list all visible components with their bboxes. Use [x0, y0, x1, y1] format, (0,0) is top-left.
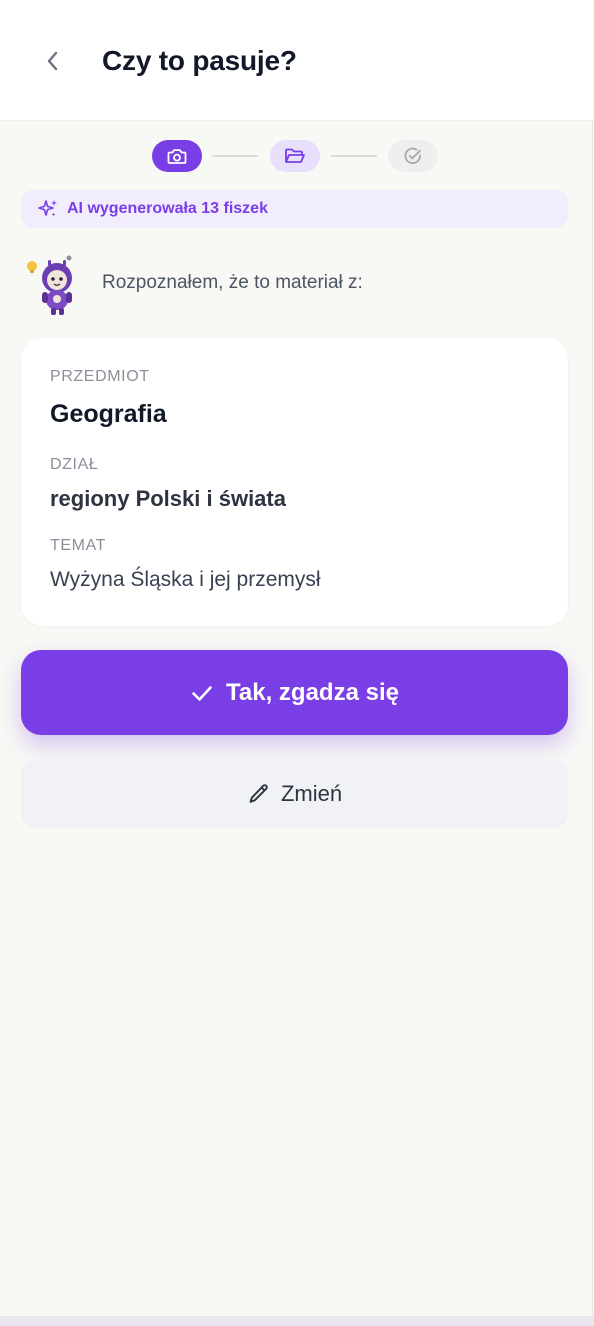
topic-value: Wyżyna Śląska i jej przemysł: [50, 568, 321, 591]
step-confirm[interactable]: [388, 140, 438, 172]
step-camera[interactable]: [152, 140, 202, 172]
ai-badge-text: AI wygenerowała 13 fiszek: [67, 200, 268, 217]
bottom-edge: [0, 1316, 594, 1326]
subject-value: Geografia: [50, 400, 167, 428]
step-connector: [212, 155, 258, 157]
camera-icon: [167, 147, 187, 165]
recognition-message: Rozpoznałem, że to materiał z:: [102, 272, 363, 293]
check-circle-icon: [403, 146, 423, 166]
topic-label: TEMAT: [50, 537, 107, 554]
robot-mascot-icon: [24, 252, 80, 316]
section-value: regiony Polski i świata: [50, 486, 286, 511]
material-info-card: PRZEDMIOT Geografia DZIAŁ regiony Polski…: [21, 338, 568, 626]
change-button[interactable]: Zmień: [21, 759, 568, 828]
section-label: DZIAŁ: [50, 456, 99, 473]
ai-generated-badge: AI wygenerowała 13 fiszek: [21, 190, 568, 228]
check-icon: [190, 681, 214, 705]
step-connector: [331, 155, 377, 157]
confirm-button-label: Tak, zgadza się: [226, 678, 399, 706]
confirm-button[interactable]: Tak, zgadza się: [21, 650, 568, 735]
progress-stepper: [0, 140, 593, 172]
folder-open-icon: [284, 147, 306, 165]
step-folder[interactable]: [270, 140, 320, 172]
change-button-label: Zmień: [280, 780, 343, 806]
sparkles-icon: [37, 198, 59, 220]
pencil-icon: [247, 782, 271, 806]
chevron-left-icon: [45, 50, 61, 72]
top-bar: Czy to pasuje?: [0, 0, 593, 121]
app-screen: Czy to pasuje? AI wygenerowała 13 fiszek: [0, 0, 593, 1316]
back-button[interactable]: [36, 44, 70, 78]
subject-label: PRZEDMIOT: [50, 368, 150, 385]
page-title: Czy to pasuje?: [102, 45, 297, 76]
